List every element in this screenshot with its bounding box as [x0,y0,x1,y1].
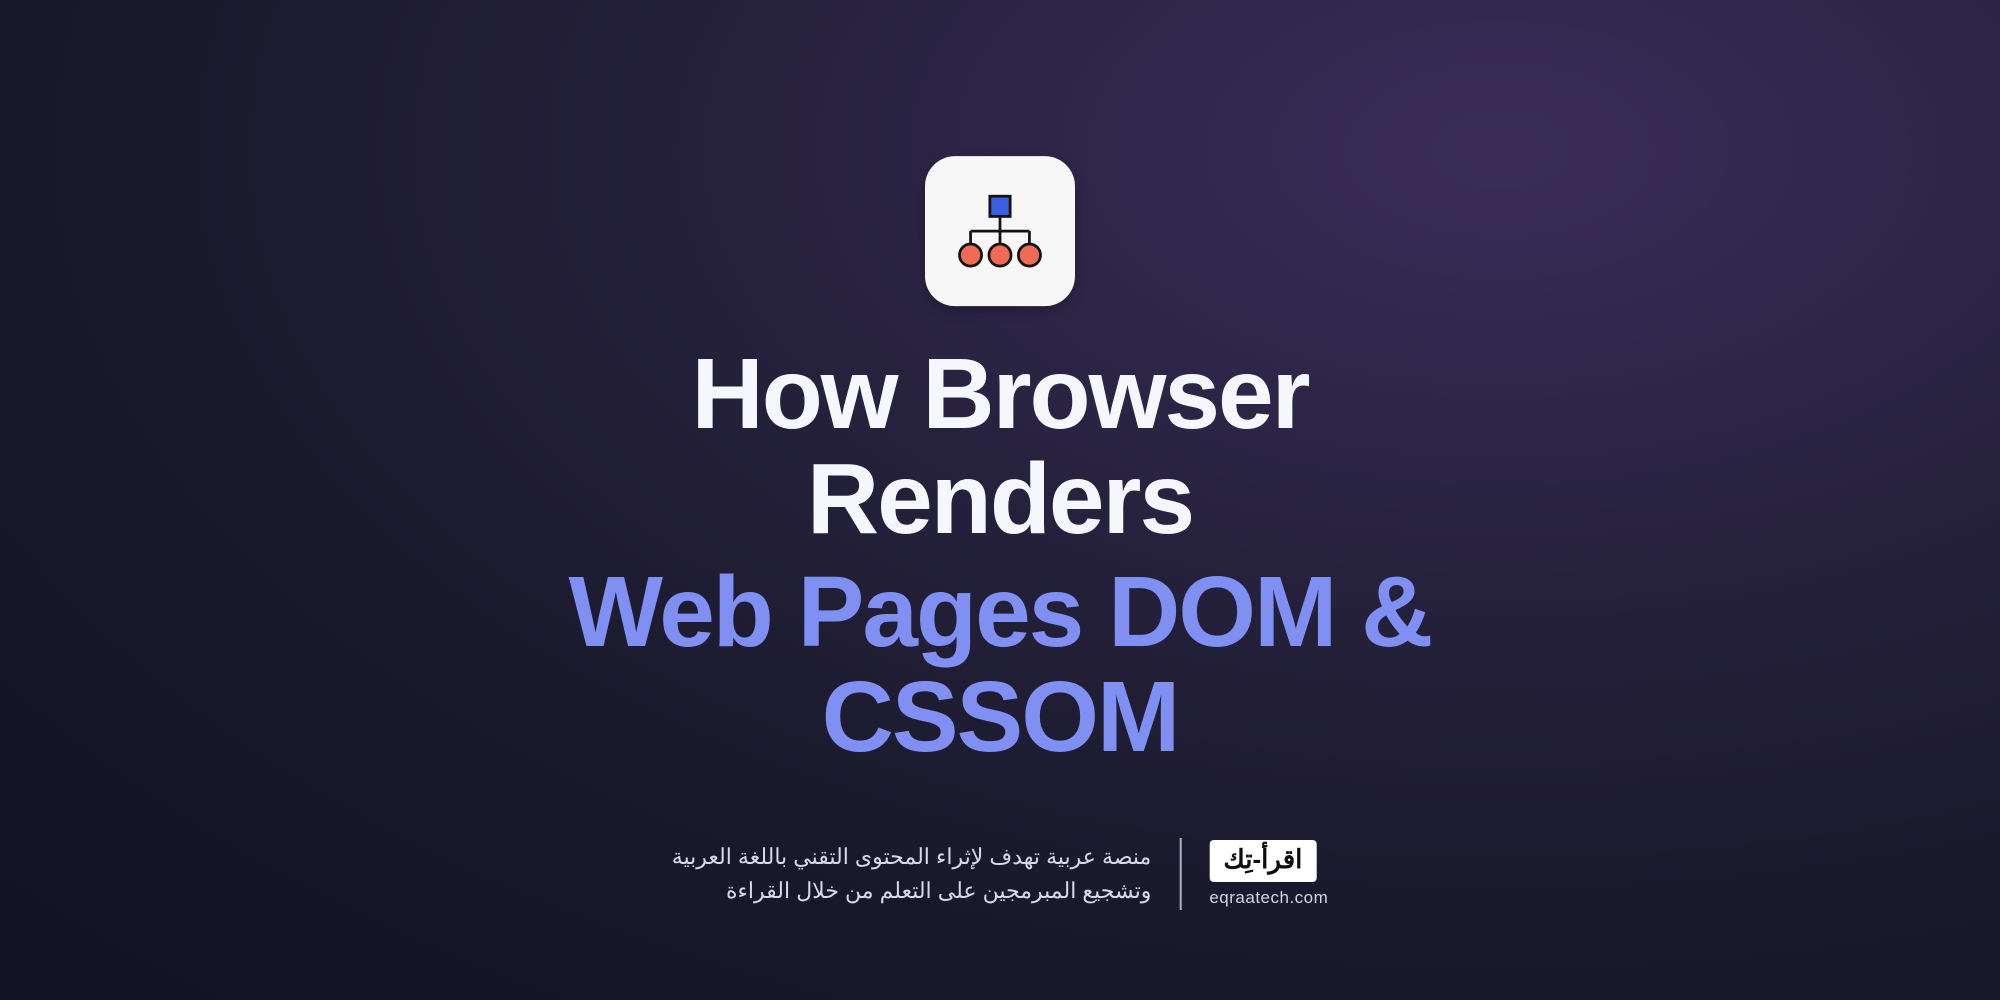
hero-content: How Browser Renders Web Pages DOM & CSSO… [500,156,1500,770]
tagline: منصة عربية تهدف لإثراء المحتوى التقني با… [672,840,1152,908]
brand-block: اقرأ-تِك eqraatech.com [1209,840,1328,907]
brand-badge: اقرأ-تِك [1209,840,1316,881]
icon-tile [925,156,1075,306]
footer: منصة عربية تهدف لإثراء المحتوى التقني با… [672,838,1329,910]
tagline-line-2: وتشجيع المبرمجين على التعلم من خلال القر… [672,874,1152,908]
title-line-1: How Browser Renders [500,342,1500,552]
sitemap-tree-icon [954,185,1046,277]
tagline-line-1: منصة عربية تهدف لإثراء المحتوى التقني با… [672,840,1152,874]
brand-url: eqraatech.com [1209,888,1328,908]
title-line-2: Web Pages DOM & CSSOM [500,560,1500,770]
footer-divider [1179,838,1181,910]
